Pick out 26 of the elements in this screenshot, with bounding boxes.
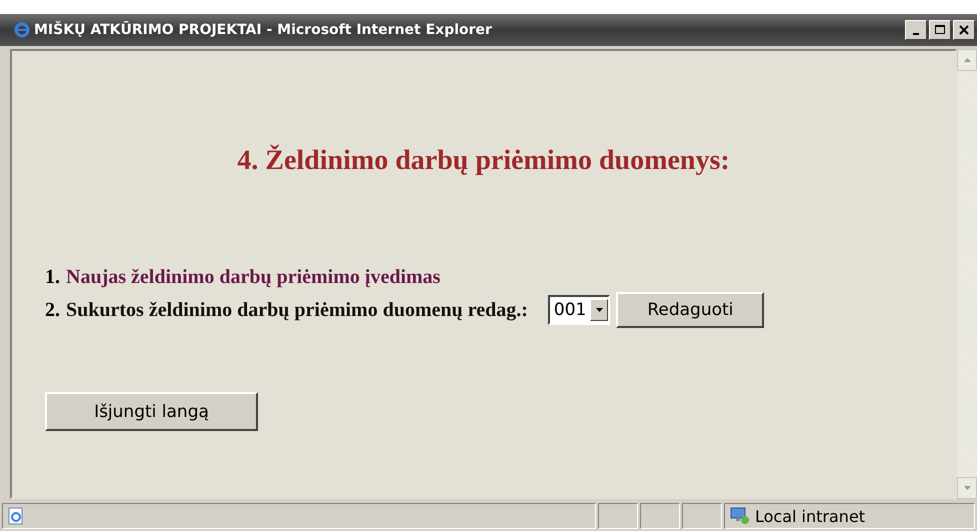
minimize-icon [913,33,919,35]
edit-button[interactable]: Redaguoti [616,292,764,328]
close-window-button[interactable]: Išjungti langą [45,392,258,431]
maximize-icon [935,25,945,35]
minimize-button[interactable] [905,20,927,40]
item-label: Sukurtos želdinimo darbų priėmimo duomenų redag.: [66,298,528,322]
status-pane [598,503,638,529]
zone-label: Local intranet [755,506,866,526]
network-icon [729,507,751,525]
scroll-up-icon [964,58,970,62]
maximize-button[interactable] [929,20,951,40]
status-pane [682,503,722,529]
scrollbar[interactable] [957,49,977,499]
status-pane [640,503,680,529]
item-number: 2. [45,298,60,322]
scroll-down-icon [964,486,970,490]
item-number: 1. [45,266,60,288]
page-heading: 4. Želdinimo darbų priėmimo duomenys: [236,145,731,177]
close-button[interactable] [953,20,975,40]
browser-icon [14,22,30,38]
dropdown-arrow-icon [596,308,603,312]
page-icon [7,507,25,525]
close-icon [959,25,969,35]
record-select[interactable]: 001 [548,295,610,325]
window-title: MIŠKŲ ATKŪRIMO PROJEKTAI - Microsoft Internet Explorer [34,22,493,38]
menu-link[interactable]: Naujas želdinimo darbų priėmimo įvedimas [66,266,440,288]
